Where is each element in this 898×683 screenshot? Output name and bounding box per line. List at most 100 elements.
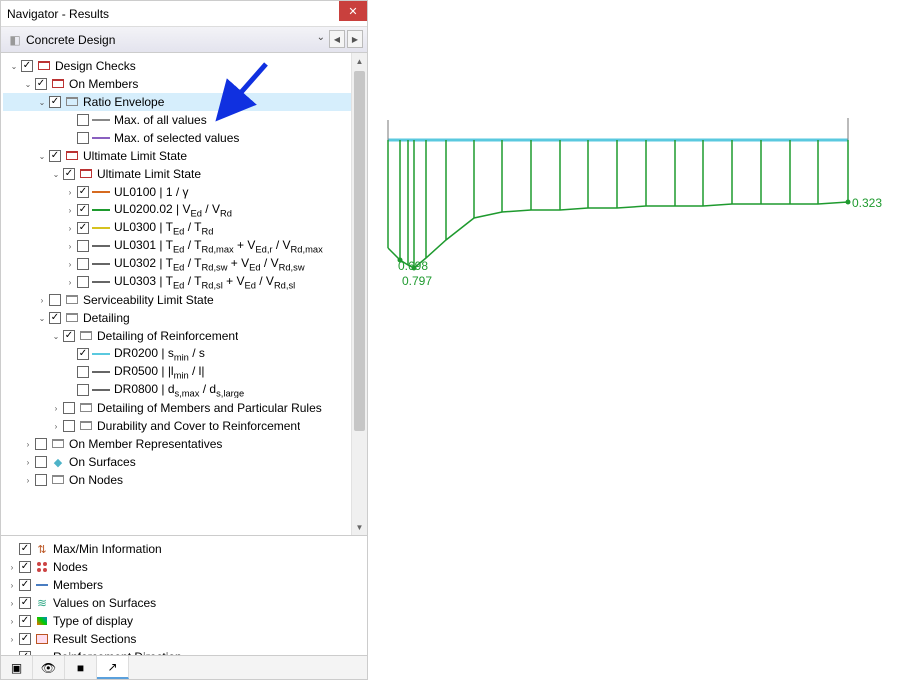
scroll-up-icon[interactable]: ▲ (352, 53, 367, 69)
checkbox[interactable] (35, 438, 47, 450)
checkbox[interactable] (49, 294, 61, 306)
tree-item-on-members[interactable]: ⌄On Members (3, 75, 367, 93)
tree-item-dr0500[interactable]: DR0500 | |lmin / l| (3, 363, 367, 381)
close-button[interactable]: ✕ (339, 1, 367, 21)
checkbox[interactable] (19, 633, 31, 645)
twisty-icon[interactable]: ⌄ (21, 77, 35, 91)
tab-1[interactable]: ▣ (1, 656, 33, 679)
tree-item-ul0302[interactable]: ›UL0302 | TEd / TRd,sw + VEd / VRd,sw (3, 255, 367, 273)
checkbox[interactable] (63, 402, 75, 414)
twisty-icon[interactable]: ⌄ (49, 167, 63, 181)
checkbox[interactable] (49, 150, 61, 162)
checkbox[interactable] (77, 276, 89, 288)
dropdown-icon[interactable]: ⌄ (317, 32, 325, 43)
twisty-icon[interactable]: › (63, 239, 77, 253)
tree-item-result-sections[interactable]: ›Result Sections (3, 630, 367, 648)
tree-item-det-members[interactable]: ›Detailing of Members and Particular Rul… (3, 399, 367, 417)
tree-item-member-rep[interactable]: ›On Member Representatives (3, 435, 367, 453)
checkbox[interactable] (77, 384, 89, 396)
tree-item-maxmin[interactable]: Max/Min Information (3, 540, 367, 558)
tree-item-on-surfaces[interactable]: ›On Surfaces (3, 453, 367, 471)
checkbox[interactable] (77, 186, 89, 198)
tab-3[interactable]: ■ (65, 656, 97, 679)
twisty-icon[interactable]: ⌄ (7, 59, 21, 73)
tree-item-nodes[interactable]: ›Nodes (3, 558, 367, 576)
tree-item-members[interactable]: ›Members (3, 576, 367, 594)
scroll-thumb[interactable] (354, 71, 365, 431)
checkbox[interactable] (77, 366, 89, 378)
checkbox[interactable] (77, 240, 89, 252)
twisty-icon[interactable]: › (5, 632, 19, 646)
checkbox[interactable] (49, 312, 61, 324)
tree-item-durability[interactable]: ›Durability and Cover to Reinforcement (3, 417, 367, 435)
checkbox[interactable] (77, 132, 89, 144)
tree-item-max-sel[interactable]: Max. of selected values (3, 129, 367, 147)
twisty-icon[interactable]: › (63, 185, 77, 199)
twisty-icon[interactable]: ⌄ (35, 149, 49, 163)
tree-item-ul0300[interactable]: ›UL0300 | TEd / TRd (3, 219, 367, 237)
checkbox[interactable] (19, 597, 31, 609)
twisty-icon[interactable]: ⌄ (35, 311, 49, 325)
twisty-icon[interactable]: › (49, 419, 63, 433)
checkbox[interactable] (77, 204, 89, 216)
twisty-icon[interactable]: › (63, 203, 77, 217)
prev-button[interactable]: ◀ (329, 30, 345, 48)
twisty-icon[interactable]: ⌄ (35, 95, 49, 109)
twisty-icon[interactable]: › (49, 401, 63, 415)
twisty-icon[interactable]: › (63, 221, 77, 235)
twisty-icon[interactable]: › (63, 257, 77, 271)
twisty-icon[interactable]: › (5, 650, 19, 655)
checkbox[interactable] (19, 615, 31, 627)
checkbox[interactable] (19, 561, 31, 573)
scrollbar[interactable]: ▲ ▼ (351, 53, 367, 535)
options-tree[interactable]: Max/Min Information›Nodes›Members›Values… (1, 535, 367, 655)
checkbox[interactable] (35, 456, 47, 468)
checkbox[interactable] (21, 60, 33, 72)
checkbox[interactable] (77, 258, 89, 270)
checkbox[interactable] (35, 474, 47, 486)
tree-item-dr0200[interactable]: DR0200 | smin / s (3, 345, 367, 363)
tree-item-vals-on-surf[interactable]: ›Values on Surfaces (3, 594, 367, 612)
tree-item-reinf-dir[interactable]: ›Reinforcement Direction (3, 648, 367, 655)
checkbox[interactable] (63, 420, 75, 432)
tree-item-det-reinf[interactable]: ⌄Detailing of Reinforcement (3, 327, 367, 345)
tree-item-uls2[interactable]: ⌄Ultimate Limit State (3, 165, 367, 183)
checkbox[interactable] (63, 168, 75, 180)
checkbox[interactable] (63, 330, 75, 342)
tree-item-design-checks[interactable]: ⌄Design Checks (3, 57, 367, 75)
tree-item-on-nodes[interactable]: ›On Nodes (3, 471, 367, 489)
checkbox[interactable] (77, 222, 89, 234)
twisty-icon[interactable]: › (21, 473, 35, 487)
tree-item-sls[interactable]: ›Serviceability Limit State (3, 291, 367, 309)
tree-item-ul0303[interactable]: ›UL0303 | TEd / TRd,sl + VEd / VRd,sl (3, 273, 367, 291)
twisty-icon[interactable]: › (5, 596, 19, 610)
tree-item-uls[interactable]: ⌄Ultimate Limit State (3, 147, 367, 165)
tree-item-ratio-envelope[interactable]: ⌄Ratio Envelope (3, 93, 367, 111)
checkbox[interactable] (35, 78, 47, 90)
twisty-icon[interactable]: › (5, 578, 19, 592)
tab-4[interactable]: ↗ (97, 656, 129, 679)
checkbox[interactable] (19, 651, 31, 655)
scroll-down-icon[interactable]: ▼ (352, 519, 367, 535)
tab-2[interactable]: 👁 (33, 656, 65, 679)
tree-item-ul0301[interactable]: ›UL0301 | TEd / TRd,max + VEd,r / VRd,ma… (3, 237, 367, 255)
tree-item-ul0200[interactable]: ›UL0200.02 | VEd / VRd (3, 201, 367, 219)
twisty-icon[interactable]: › (63, 275, 77, 289)
twisty-icon[interactable]: › (5, 560, 19, 574)
results-tree[interactable]: ⌄Design Checks⌄On Members⌄Ratio Envelope… (1, 53, 367, 535)
tree-item-detailing[interactable]: ⌄Detailing (3, 309, 367, 327)
twisty-icon[interactable]: ⌄ (49, 329, 63, 343)
next-button[interactable]: ▶ (347, 30, 363, 48)
tree-item-dr0800[interactable]: DR0800 | ds,max / ds,large (3, 381, 367, 399)
twisty-icon[interactable]: › (35, 293, 49, 307)
tree-item-ul0100[interactable]: ›UL0100 | 1 / γ (3, 183, 367, 201)
section-header[interactable]: Concrete Design ⌄ ◀ ▶ (1, 27, 367, 53)
tree-item-type-display[interactable]: ›Type of display (3, 612, 367, 630)
twisty-icon[interactable]: › (5, 614, 19, 628)
checkbox[interactable] (77, 348, 89, 360)
tree-item-max-all[interactable]: Max. of all values (3, 111, 367, 129)
twisty-icon[interactable]: › (21, 437, 35, 451)
checkbox[interactable] (19, 579, 31, 591)
twisty-icon[interactable]: › (21, 455, 35, 469)
checkbox[interactable] (49, 96, 61, 108)
